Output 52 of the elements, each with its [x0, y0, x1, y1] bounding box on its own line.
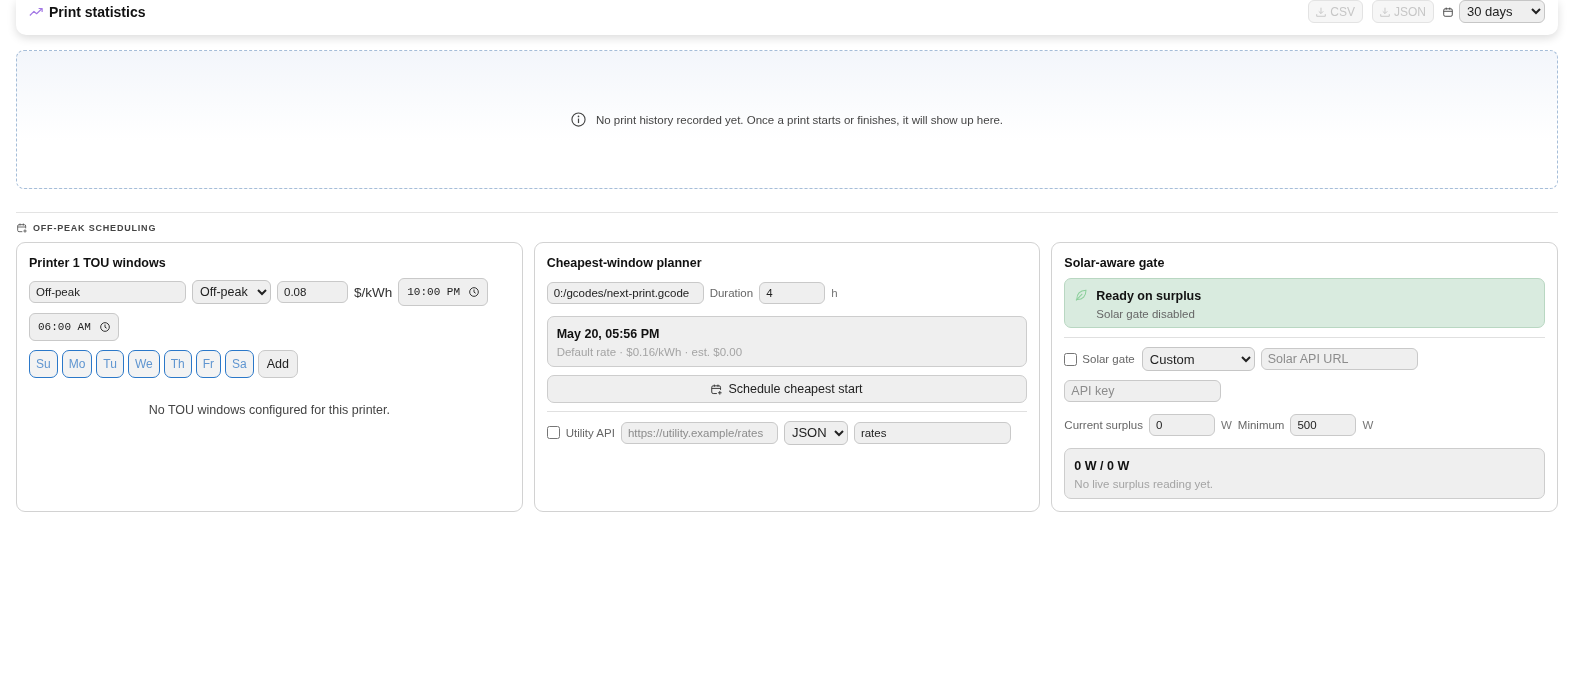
clock-icon — [100, 322, 110, 332]
solar-url-field[interactable]: Solar API URL — [1260, 348, 1418, 370]
surplus-label: Current surplus — [1064, 419, 1143, 431]
rate-unit: $/kWh — [354, 284, 393, 300]
calendar-plus-icon — [711, 383, 723, 395]
leaf-icon — [1075, 289, 1088, 301]
end-time-field[interactable]: 06:00 AM — [29, 313, 119, 341]
schedule-button[interactable]: Schedule cheapest start — [546, 375, 1028, 403]
utility-url-field[interactable]: https://utility.example/rates — [620, 421, 778, 444]
trend-arrow-icon — [29, 6, 43, 17]
result-time: May 20, 05:56 PM — [556, 326, 661, 342]
download-icon — [1380, 6, 1390, 17]
minimum-label: Minimum — [1237, 419, 1285, 431]
duration-field[interactable]: 4 — [759, 282, 826, 304]
file-path-field[interactable]: 0:/gcodes/next-print.gcode — [546, 282, 704, 304]
utility-api-label: Utility API — [565, 426, 615, 439]
calendar-plus-icon — [17, 223, 27, 233]
card-title: Cheapest-window planner — [546, 255, 703, 271]
duration-unit: h — [831, 287, 838, 299]
tier-select[interactable]: Off-peak — [192, 280, 271, 304]
rates-path-field[interactable]: rates — [853, 421, 1011, 444]
card-title: Solar-aware gate — [1064, 255, 1166, 271]
download-icon — [1316, 6, 1327, 17]
provider-select[interactable]: Custom — [1141, 347, 1255, 371]
reading-detail: No live surplus reading yet. — [1074, 477, 1215, 491]
watt-unit: W — [1220, 419, 1232, 431]
empty-message: No print history recorded yet. Once a print starts or finishes, it will show up here. — [595, 113, 1004, 126]
watt-unit: W — [1362, 419, 1374, 431]
duration-label: Duration — [709, 287, 754, 299]
info-icon — [570, 112, 586, 127]
status-detail: Solar gate disabled — [1096, 307, 1196, 321]
range-select[interactable]: 30 days — [1459, 0, 1545, 23]
status-title: Ready on surplus — [1096, 288, 1202, 304]
window-name-field[interactable]: Off-peak — [29, 281, 186, 303]
api-key-field[interactable]: API key — [1064, 380, 1222, 402]
add-button[interactable]: Add — [257, 350, 298, 378]
calendar-icon — [1443, 6, 1453, 17]
format-select[interactable]: JSON — [783, 420, 848, 445]
clock-icon — [469, 287, 480, 297]
surplus-field[interactable]: 0 — [1148, 414, 1215, 436]
utility-api-checkbox[interactable] — [546, 426, 560, 439]
reading-title: 0 W / 0 W — [1074, 458, 1131, 474]
rate-field[interactable]: 0.08 — [277, 281, 348, 303]
solar-gate-label: Solar gate — [1082, 353, 1135, 365]
solar-gate-checkbox[interactable] — [1064, 352, 1078, 366]
minimum-field[interactable]: 500 — [1290, 414, 1357, 436]
card-title: Printer 1 TOU windows — [29, 255, 167, 271]
start-time-field[interactable]: 10:00 PM — [398, 278, 489, 306]
section-title: OFF-PEAK SCHEDULING — [33, 223, 157, 233]
result-detail: Default rate · $0.16/kWh · est. $0.00 — [556, 345, 744, 359]
stats-title: Print statistics — [49, 3, 146, 20]
empty-message: No TOU windows configured for this printer. — [147, 403, 391, 418]
